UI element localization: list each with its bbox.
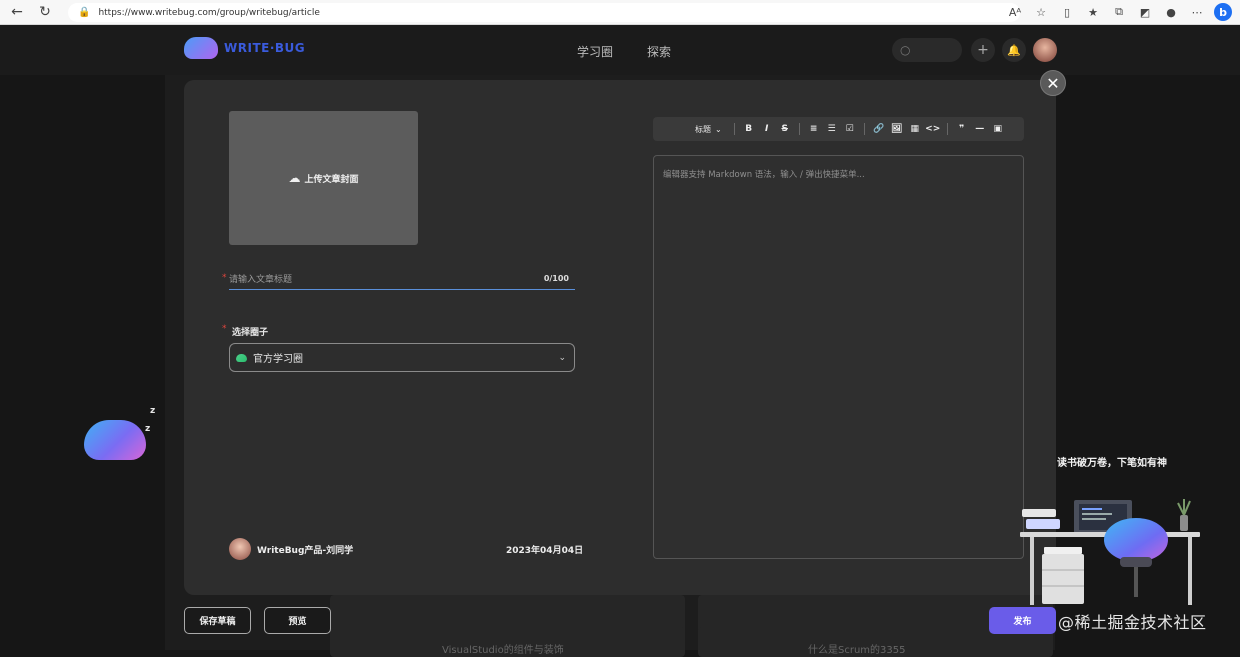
strikethrough-icon[interactable]: S: [779, 122, 791, 136]
article-editor-modal: ☁ 上传文章封面 * 请输入文章标题 0/100 * 选择圈子 官方学习圈 ⌄ …: [184, 80, 1056, 595]
site-logo[interactable]: WRITE·BUG: [184, 37, 305, 59]
bg-card-title: 什么是Scrum的3355: [808, 645, 906, 656]
editor-toolbar: 标题 ⌄ B I S ≡ ☰ ☑ 🔗 🖼 ▦ <> ❞ — ▣: [653, 117, 1024, 141]
author-info: WriteBug产品-刘同学: [229, 538, 353, 560]
back-icon[interactable]: ←: [6, 1, 28, 23]
title-placeholder: 请输入文章标题: [229, 275, 293, 285]
site-header: WRITE·BUG 学习圈 探索 ○ + 🔔: [0, 25, 1240, 75]
address-bar[interactable]: 🔒 https://www.writebug.com/group/writebu…: [68, 3, 1020, 22]
nav-explore[interactable]: 探索: [647, 43, 671, 60]
split-screen-icon[interactable]: ▯: [1058, 3, 1076, 21]
lock-icon[interactable]: 🔒: [78, 7, 90, 18]
code-icon[interactable]: <>: [925, 122, 940, 136]
zz-text: z: [145, 424, 151, 434]
add-button[interactable]: +: [971, 38, 995, 62]
desk-illustration: [1020, 499, 1200, 605]
bell-icon[interactable]: 🔔: [1002, 38, 1026, 62]
quote-icon[interactable]: ❞: [956, 122, 968, 136]
bold-icon[interactable]: B: [743, 122, 755, 136]
chevron-down-icon: ⌄: [715, 124, 722, 134]
circle-select[interactable]: 官方学习圈 ⌄: [229, 343, 575, 372]
url-text: https://www.writebug.com/group/writebug/…: [98, 7, 320, 18]
bing-icon[interactable]: b: [1214, 3, 1232, 21]
toolbar-divider: [733, 123, 735, 135]
close-icon[interactable]: ✕: [1040, 70, 1066, 96]
logo-text: WRITE·BUG: [224, 41, 306, 55]
refresh-icon[interactable]: ↻: [34, 1, 56, 23]
save-draft-button[interactable]: 保存草稿: [184, 607, 251, 634]
circle-value: 官方学习圈: [253, 354, 303, 365]
favorite-add-icon[interactable]: ☆: [1032, 3, 1050, 21]
horizontal-rule-icon[interactable]: —: [974, 122, 986, 136]
task-list-icon[interactable]: ☑: [844, 122, 856, 136]
slogan-text: 读书破万卷，下笔如有神: [1057, 458, 1167, 469]
cloud-upload-icon: ☁: [288, 171, 301, 185]
publish-button[interactable]: 发布: [989, 607, 1056, 634]
collections-icon[interactable]: ⧉: [1110, 3, 1128, 21]
bullet-list-icon[interactable]: ≡: [808, 122, 820, 136]
site-search[interactable]: ○: [892, 38, 962, 62]
circle-label: 选择圈子: [232, 328, 269, 338]
author-name: WriteBug产品-刘同学: [257, 545, 354, 556]
toolbar-divider: [946, 123, 948, 135]
title-input[interactable]: 请输入文章标题 0/100: [229, 268, 575, 290]
preview-button[interactable]: 预览: [264, 607, 331, 634]
profile-icon[interactable]: ●: [1162, 3, 1180, 21]
bg-card-title: VisualStudio的组件与装饰: [442, 645, 564, 656]
watermark-text: @稀土掘金技术社区: [1058, 613, 1207, 632]
toolbar-divider: [798, 123, 800, 135]
code-block-icon[interactable]: ▣: [992, 122, 1004, 136]
markdown-editor[interactable]: 编辑器支持 Markdown 语法，输入 / 弹出快捷菜单...: [653, 155, 1024, 559]
extension-icon[interactable]: ◩: [1136, 3, 1154, 21]
nav-study-circle[interactable]: 学习圈: [577, 43, 613, 60]
required-mark: *: [222, 324, 227, 334]
circle-mascot-icon: [236, 353, 247, 362]
author-avatar: [229, 538, 251, 560]
user-avatar[interactable]: [1033, 38, 1057, 62]
mascot-logo-icon: [184, 37, 218, 59]
table-icon[interactable]: ▦: [909, 122, 921, 136]
sleeping-mascot-icon: [84, 420, 146, 460]
read-aloud-icon[interactable]: Aᴬ: [1006, 3, 1024, 21]
heading-dropdown[interactable]: 标题 ⌄: [691, 121, 726, 137]
bg-card: VisualStudio的组件与装饰: [330, 627, 685, 657]
ordered-list-icon[interactable]: ☰: [826, 122, 838, 136]
heading-label: 标题: [695, 124, 711, 134]
required-mark: *: [222, 273, 227, 283]
editor-placeholder: 编辑器支持 Markdown 语法，输入 / 弹出快捷菜单...: [663, 170, 865, 180]
article-date: 2023年04月04日: [506, 546, 584, 556]
zz-text: z: [150, 406, 156, 416]
title-counter: 0/100: [543, 274, 569, 283]
more-icon[interactable]: ⋯: [1188, 3, 1206, 21]
favorites-icon[interactable]: ★: [1084, 3, 1102, 21]
cover-upload-label: 上传文章封面: [304, 174, 359, 185]
browser-tools: Aᴬ ☆ ▯ ★ ⧉ ◩ ● ⋯ b: [1006, 3, 1232, 21]
cover-upload[interactable]: ☁ 上传文章封面: [229, 111, 418, 245]
image-icon[interactable]: 🖼: [891, 122, 903, 136]
browser-toolbar: ← ↻ 🔒 https://www.writebug.com/group/wri…: [0, 0, 1240, 25]
link-icon[interactable]: 🔗: [873, 122, 885, 136]
search-icon: ○: [900, 43, 911, 57]
chevron-down-icon: ⌄: [558, 352, 566, 363]
toolbar-divider: [863, 123, 865, 135]
italic-icon[interactable]: I: [761, 122, 773, 136]
